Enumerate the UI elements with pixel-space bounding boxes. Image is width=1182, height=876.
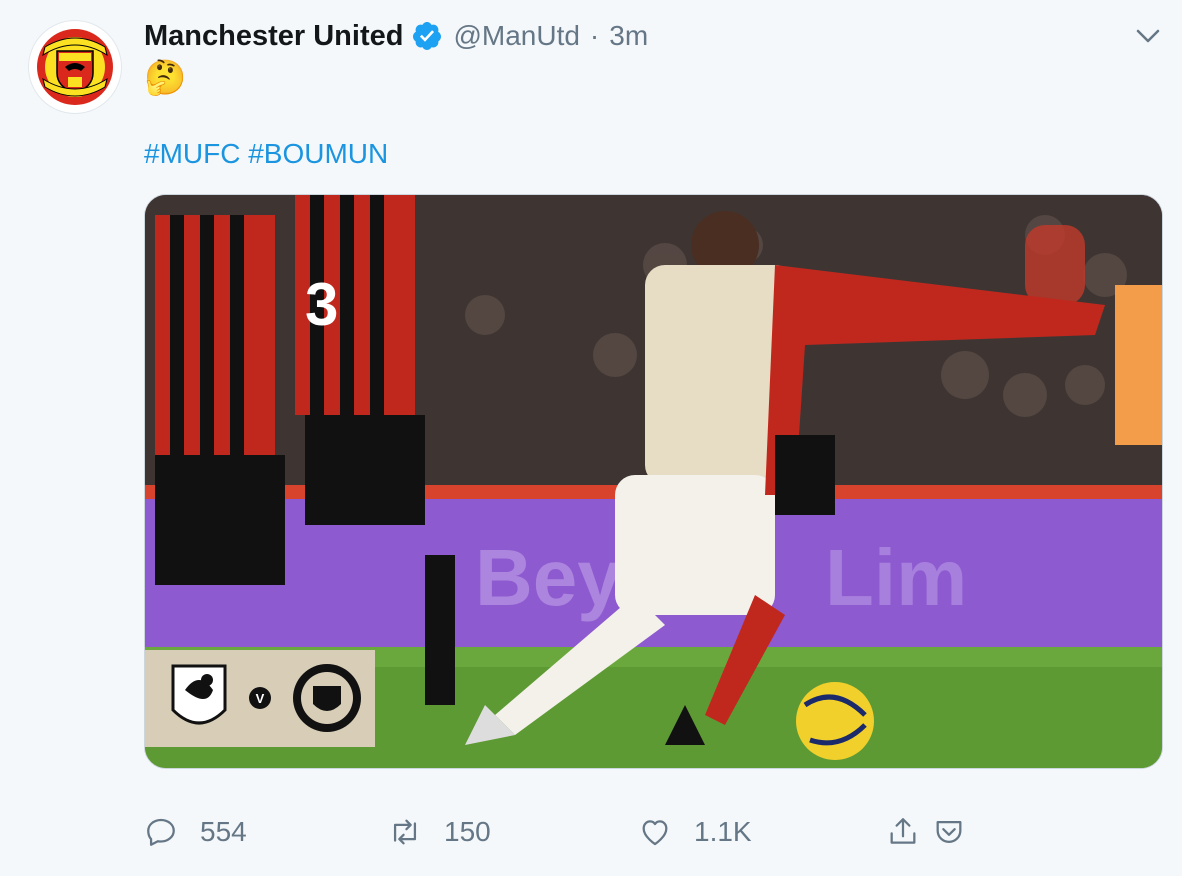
svg-text:Bey: Bey <box>475 533 622 622</box>
chevron-down-icon[interactable] <box>1132 22 1164 50</box>
tweet-header: Manchester United @ManUtd · 3m <box>144 16 648 56</box>
tweet-text: #MUFC #BOUMUN <box>144 138 388 170</box>
tweet-media-photo[interactable]: Bey Lim 3 V <box>144 194 1163 769</box>
like-count: 1.1K <box>694 816 752 847</box>
svg-text:Lim: Lim <box>825 533 967 622</box>
pocket-icon <box>936 820 962 844</box>
tweet-emoji: 🤔 <box>144 59 187 97</box>
retweet-icon <box>393 819 417 845</box>
svg-text:3: 3 <box>305 271 338 338</box>
share-button[interactable] <box>886 808 920 856</box>
avatar[interactable] <box>28 20 122 114</box>
vs-label: V <box>256 691 265 706</box>
timestamp[interactable]: 3m <box>609 20 648 52</box>
handle[interactable]: @ManUtd <box>453 20 579 52</box>
hashtag-mufc[interactable]: #MUFC <box>144 138 240 169</box>
manutd-crest-icon <box>37 29 113 105</box>
reply-count: 554 <box>200 816 247 847</box>
tweet-actions: 554 150 1.1K <box>144 808 1174 856</box>
tweet-card[interactable]: Manchester United @ManUtd · 3m 🤔 #MUFC #… <box>0 0 1182 876</box>
separator-dot: · <box>589 20 600 51</box>
display-name[interactable]: Manchester United <box>144 20 403 53</box>
retweet-button[interactable]: 150 <box>388 808 491 856</box>
share-icon <box>890 818 916 844</box>
like-icon <box>642 820 668 846</box>
bournemouth-crest-icon <box>171 664 227 725</box>
like-button[interactable]: 1.1K <box>638 808 752 856</box>
reply-button[interactable]: 554 <box>144 808 247 856</box>
pocket-button[interactable] <box>932 808 966 856</box>
verified-badge-icon <box>411 20 443 52</box>
hashtag-boumun[interactable]: #BOUMUN <box>248 138 388 169</box>
retweet-count: 150 <box>444 816 491 847</box>
reply-icon <box>147 818 175 846</box>
match-badge: V <box>145 650 375 747</box>
manutd-crest-small-icon <box>293 664 361 732</box>
